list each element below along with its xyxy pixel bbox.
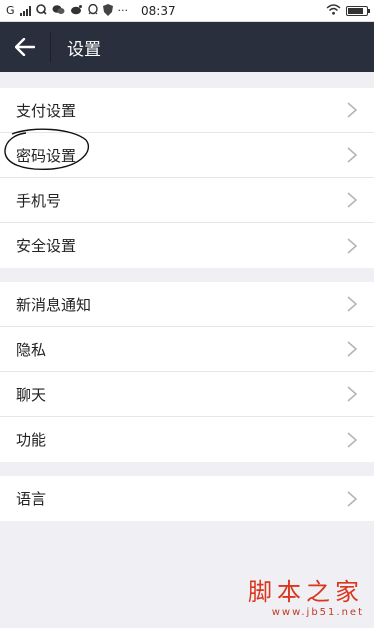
battery-icon xyxy=(346,5,370,16)
settings-item-password[interactable]: 密码设置 xyxy=(0,133,374,178)
settings-item-label: 新消息通知 xyxy=(16,295,92,314)
chevron-right-icon xyxy=(347,147,358,163)
status-right xyxy=(326,4,370,17)
settings-item-label: 功能 xyxy=(16,431,47,449)
arrow-left-icon xyxy=(15,38,35,56)
chevron-right-icon xyxy=(347,341,358,357)
watermark-url: www.jb51.net xyxy=(271,607,364,618)
signal-icon xyxy=(19,5,31,16)
settings-group-general: 新消息通知 隐私 聊天 功能 xyxy=(0,282,374,462)
settings-item-label: 支付设置 xyxy=(16,101,77,120)
settings-item-label: 聊天 xyxy=(16,385,47,404)
settings-item-label: 手机号 xyxy=(16,191,62,210)
settings-item-privacy[interactable]: 隐私 xyxy=(0,327,374,372)
settings-item-label: 隐私 xyxy=(16,340,47,359)
more-icon: ··· xyxy=(117,4,129,17)
page-title: 设置 xyxy=(67,39,101,60)
qq-icon xyxy=(87,3,98,18)
chevron-right-icon xyxy=(347,192,358,208)
status-left: G ··· 08:37 xyxy=(6,3,176,18)
shield-icon xyxy=(102,3,113,18)
settings-item-security[interactable]: 安全设置 xyxy=(0,223,374,268)
q-icon xyxy=(35,4,47,17)
settings-group-language: 语言 xyxy=(0,476,374,521)
watermark-title: 脚本之家 xyxy=(248,578,364,606)
status-time: 08:37 xyxy=(141,3,176,18)
weibo-icon xyxy=(70,4,83,17)
back-button[interactable] xyxy=(0,22,50,72)
settings-group-account: 支付设置 密码设置 手机号 安全设置 xyxy=(0,88,374,268)
wechat-icon xyxy=(52,4,65,17)
chevron-right-icon xyxy=(347,296,358,312)
wifi-icon xyxy=(326,4,341,17)
chevron-right-icon xyxy=(347,490,358,507)
chevron-right-icon xyxy=(347,431,358,448)
title-divider xyxy=(50,32,51,62)
title-bar: 设置 xyxy=(0,22,374,72)
chevron-right-icon xyxy=(347,102,358,118)
settings-item-label: 语言 xyxy=(16,490,47,508)
settings-item-payment[interactable]: 支付设置 xyxy=(0,88,374,133)
settings-item-phone[interactable]: 手机号 xyxy=(0,178,374,223)
chevron-right-icon xyxy=(347,386,358,402)
settings-item-language[interactable]: 语言 xyxy=(0,476,374,521)
status-bar: G ··· 08:37 xyxy=(0,0,374,22)
watermark: 脚本之家 www.jb51.net xyxy=(248,572,364,618)
carrier-label: G xyxy=(6,4,15,17)
chevron-right-icon xyxy=(347,237,358,254)
settings-item-chat[interactable]: 聊天 xyxy=(0,372,374,417)
settings-item-label: 密码设置 xyxy=(16,146,77,165)
settings-item-label: 安全设置 xyxy=(16,237,77,255)
settings-item-notifications[interactable]: 新消息通知 xyxy=(0,282,374,327)
settings-item-features[interactable]: 功能 xyxy=(0,417,374,462)
battery-level xyxy=(348,7,364,14)
